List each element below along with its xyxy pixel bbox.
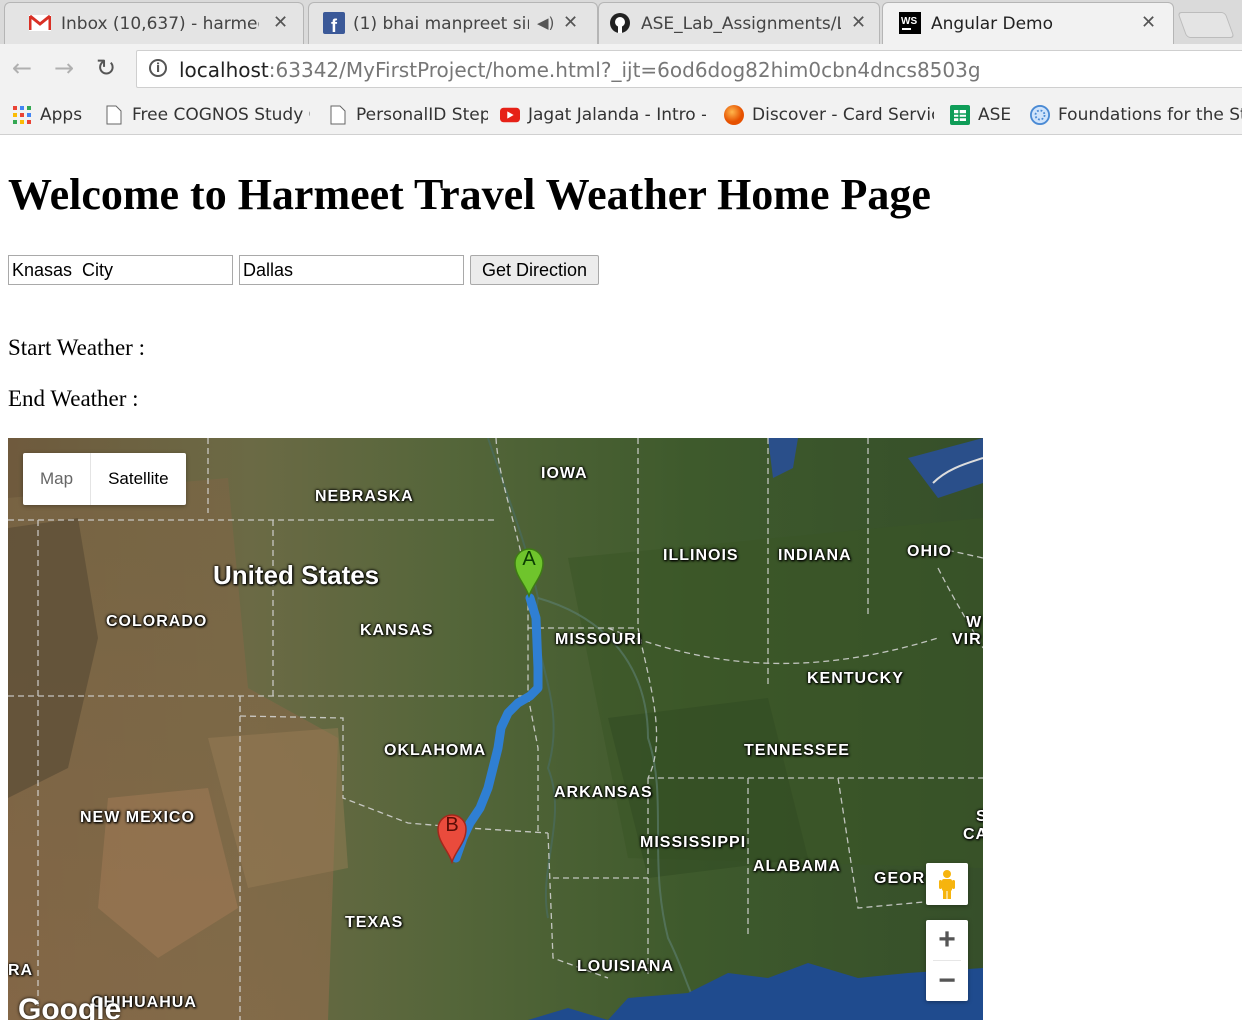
bookmark-foundations[interactable]: Foundations for the St (1030, 102, 1242, 128)
svg-text:WS: WS (901, 16, 917, 27)
reload-icon[interactable]: ↻ (96, 54, 116, 82)
bookmark-label: Apps (40, 105, 83, 125)
bookmark-label: Foundations for the St (1058, 105, 1242, 125)
end-weather-label: End Weather : (8, 386, 139, 411)
close-icon[interactable]: ✕ (1141, 12, 1156, 33)
map-type-map-button[interactable]: Map (23, 453, 92, 505)
address-path: :63342/MyFirstProject/home.html?_ijt=6od… (268, 58, 981, 82)
bookmark-personalid[interactable]: PersonalID Step (328, 102, 488, 128)
tab-facebook[interactable]: f (1) bhai manpreet sing ◀) ✕ (308, 2, 598, 44)
github-icon (609, 12, 631, 34)
youtube-icon (500, 105, 520, 125)
start-weather-label: Start Weather : (8, 335, 145, 360)
label-iowa: IOWA (541, 465, 588, 482)
label-oklahoma: OKLAHOMA (384, 742, 487, 759)
tab-title: Angular Demo (931, 14, 1054, 34)
marker-b-label: B (445, 814, 459, 836)
address-host: localhost (179, 58, 269, 82)
speaker-icon[interactable]: ◀) (537, 14, 554, 32)
sheets-icon (950, 105, 970, 125)
zoom-control: + − (926, 920, 968, 1001)
end-city-input[interactable] (239, 255, 464, 285)
label-west-virginia-2: VIR (952, 631, 982, 648)
zoom-out-button[interactable]: − (926, 961, 968, 1001)
start-city-input[interactable] (8, 255, 233, 285)
gmail-icon (29, 12, 51, 34)
close-icon[interactable]: ✕ (851, 12, 866, 33)
new-tab-button[interactable] (1177, 12, 1235, 38)
bookmark-label: Free COGNOS Study C (132, 105, 310, 125)
address-url: localhost:63342/MyFirstProject/home.html… (179, 58, 981, 82)
label-nebraska: NEBRASKA (315, 488, 414, 505)
bookmark-cognos[interactable]: Free COGNOS Study C (104, 102, 310, 128)
label-illinois: ILLINOIS (663, 547, 739, 564)
label-west-virginia-1: W (966, 614, 983, 631)
label-new-mexico: NEW MEXICO (80, 809, 195, 826)
browser-toolbar: ← → ↻ i localhost:63342/MyFirstProject/h… (0, 44, 1242, 97)
map-type-satellite-button[interactable]: Satellite (91, 453, 185, 505)
page-icon (328, 105, 348, 125)
bookmark-label: Discover - Card Servic (752, 105, 934, 125)
page-title: Welcome to Harmeet Travel Weather Home P… (8, 170, 931, 219)
label-south-carolina-1: S (976, 808, 983, 825)
apps-grid-icon (12, 105, 32, 125)
label-kentucky: KENTUCKY (807, 670, 904, 687)
map-type-control: Map Satellite (23, 453, 186, 505)
webstorm-icon: WS (899, 12, 921, 34)
bookmark-ase[interactable]: ASE (950, 102, 1020, 128)
bookmark-label: PersonalID Step (356, 105, 488, 125)
page-icon (104, 105, 124, 125)
label-colorado: COLORADO (106, 613, 208, 630)
tab-title: Inbox (10,637) - harmeet (61, 14, 259, 34)
tab-gmail[interactable]: Inbox (10,637) - harmeet ✕ (4, 2, 304, 44)
label-texas: TEXAS (345, 914, 404, 931)
label-missouri: MISSOURI (555, 631, 643, 648)
label-ohio: OHIO (907, 543, 952, 560)
label-arizona-partial: RA (8, 962, 34, 979)
label-alabama: ALABAMA (753, 858, 841, 875)
label-mississippi: MISSISSIPPI (640, 834, 747, 851)
get-direction-button[interactable]: Get Direction (470, 255, 599, 285)
tab-title: ASE_Lab_Assignments/La (641, 14, 841, 34)
label-indiana: INDIANA (778, 547, 852, 564)
marker-a[interactable]: A (513, 546, 545, 599)
close-icon[interactable]: ✕ (273, 12, 288, 33)
bookmark-label: Jagat Jalanda - Intro - (528, 105, 706, 125)
forward-icon[interactable]: → (54, 54, 74, 82)
tab-github[interactable]: ASE_Lab_Assignments/La ✕ (598, 2, 880, 44)
pegman-icon (939, 870, 955, 899)
google-logo[interactable]: Google (18, 993, 121, 1020)
label-louisiana: LOUISIANA (577, 958, 674, 975)
marker-b[interactable]: B (436, 812, 468, 865)
label-united-states: United States (213, 560, 380, 590)
tab-strip: Inbox (10,637) - harmeet ✕ f (1) bhai ma… (0, 0, 1242, 45)
satellite-imagery (8, 438, 983, 1020)
close-icon[interactable]: ✕ (563, 12, 578, 33)
discover-icon (724, 105, 744, 125)
page-content: Welcome to Harmeet Travel Weather Home P… (0, 135, 1242, 1020)
facebook-icon: f (323, 12, 345, 34)
address-bar[interactable]: i localhost:63342/MyFirstProject/home.ht… (136, 50, 1242, 88)
back-icon[interactable]: ← (12, 54, 32, 82)
bookmark-apps[interactable]: Apps (12, 102, 96, 128)
bookmark-discover[interactable]: Discover - Card Servic (724, 102, 934, 128)
label-georgia: GEOR (874, 870, 926, 887)
marker-a-label: A (522, 548, 536, 570)
bookmarks-bar: Apps Free COGNOS Study C PersonalID Step… (0, 96, 1242, 135)
svg-text:f: f (331, 16, 338, 34)
globe-icon (1030, 105, 1050, 125)
route-map[interactable]: IOWA NEBRASKA ILLINOIS INDIANA OHIO Unit… (8, 438, 983, 1020)
label-kansas: KANSAS (360, 622, 434, 639)
street-view-button[interactable] (926, 863, 968, 905)
tab-angular-demo[interactable]: WS Angular Demo ✕ (882, 2, 1174, 45)
zoom-in-button[interactable]: + (926, 920, 968, 960)
bookmark-youtube[interactable]: Jagat Jalanda - Intro - (500, 102, 706, 128)
label-tennessee: TENNESSEE (744, 742, 850, 759)
label-south-carolina-2: CA (963, 826, 983, 843)
tab-title: (1) bhai manpreet sing (353, 14, 529, 34)
info-icon[interactable]: i (149, 59, 167, 77)
browser-chrome: Inbox (10,637) - harmeet ✕ f (1) bhai ma… (0, 0, 1242, 135)
label-arkansas: ARKANSAS (554, 784, 653, 801)
bookmark-label: ASE (978, 105, 1012, 125)
